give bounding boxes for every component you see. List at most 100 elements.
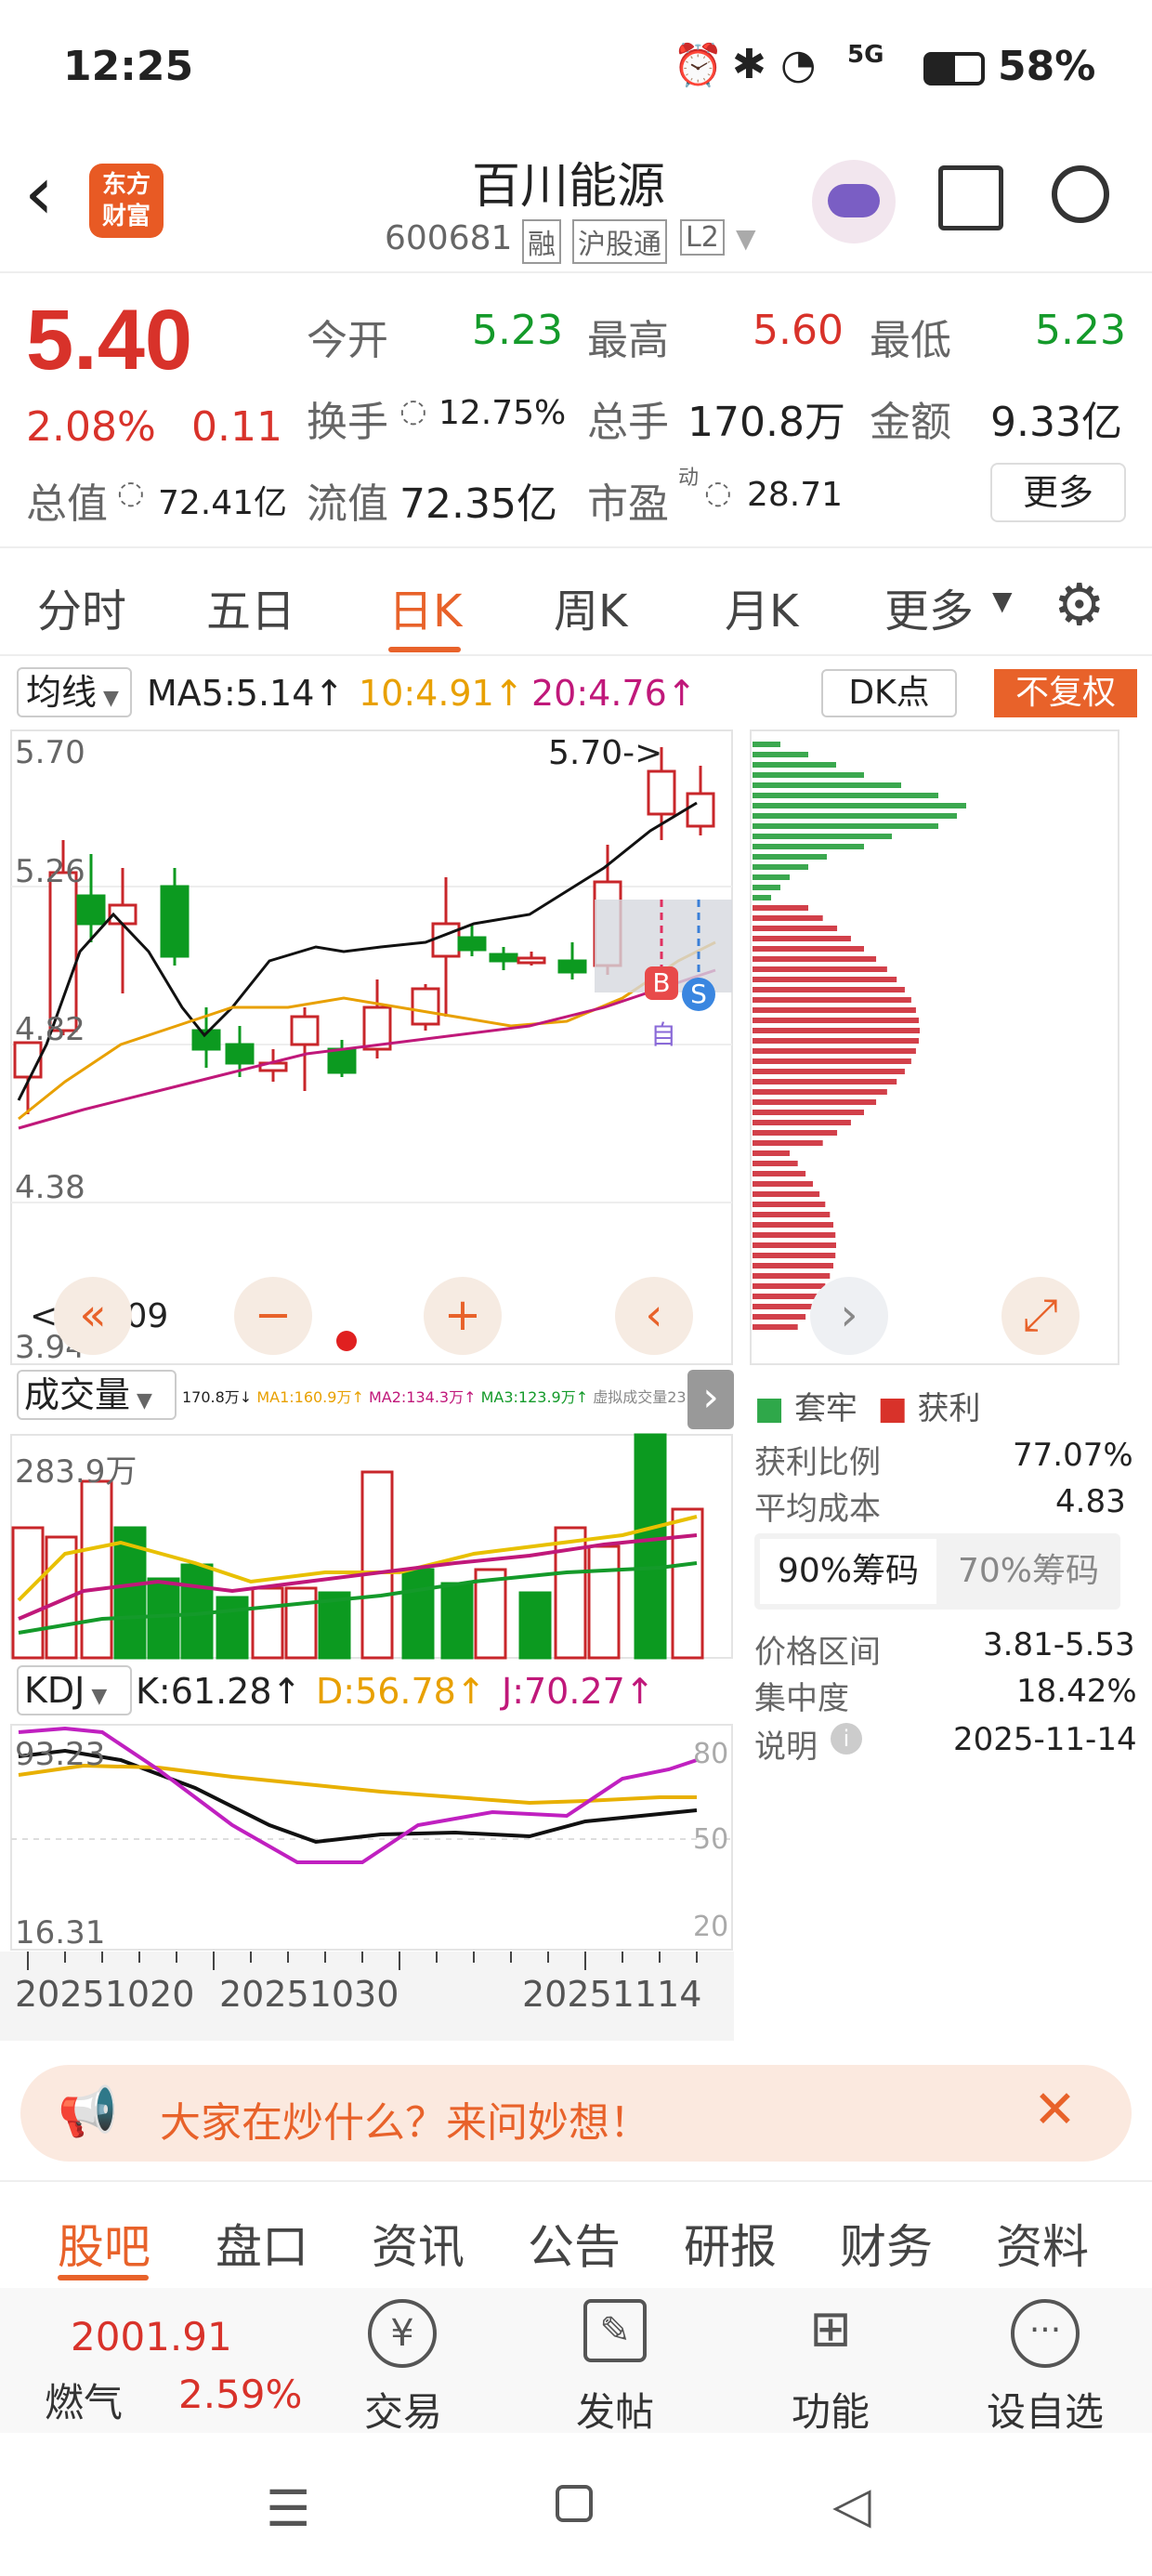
share-icon[interactable] (938, 165, 1003, 230)
chip-bar (753, 895, 771, 900)
home-icon[interactable] (556, 2485, 593, 2522)
sell-marker[interactable]: S (682, 978, 715, 1011)
high-label: 最高 (587, 317, 669, 364)
trade-icon[interactable]: ¥ (368, 2299, 437, 2368)
chip-bar (753, 803, 966, 808)
trade-label[interactable]: 交易 (364, 2381, 442, 2438)
step-left-icon[interactable]: ‹ (615, 1277, 693, 1355)
sector-index-value[interactable]: 2001.91 (71, 2314, 232, 2359)
post-icon[interactable]: ✎ (583, 2299, 647, 2362)
y-tick-label: 5.26 (15, 853, 85, 890)
chip-bar (753, 834, 892, 839)
gear-icon[interactable]: ⚙ (1054, 571, 1106, 638)
tab-more[interactable]: 更多 (884, 574, 974, 639)
expand-indicator-icon[interactable]: › (687, 1370, 734, 1429)
tab-announcement[interactable]: 公告 (528, 2210, 621, 2277)
back-nav-icon[interactable]: ◁ (832, 2476, 871, 2534)
banner-text[interactable]: 大家在炒什么？来问妙想！ (160, 2089, 650, 2149)
dropdown-icon[interactable]: ▼ (736, 223, 756, 254)
close-icon[interactable]: ✕ (1033, 2080, 1077, 2140)
menu-icon[interactable]: ☰ (266, 2479, 310, 2538)
sector-name[interactable]: 燃气 (45, 2372, 123, 2428)
info-icon[interactable]: ◌ (704, 474, 732, 511)
kline-chart[interactable] (9, 729, 734, 1366)
chip-legend: ■ 套牢 ■ 获利 (754, 1390, 981, 1427)
today-dot (336, 1331, 357, 1351)
ma5-value: MA5:5.14↑ (147, 673, 345, 714)
chip-bar (753, 1069, 905, 1074)
tab-daily-k[interactable]: 日K (388, 574, 462, 639)
active-tab-indicator (58, 2275, 149, 2280)
volume-ma2: MA2:134.3万↑ (368, 1388, 477, 1406)
volume-legend: 170.8万↓ MA1:160.9万↑ MA2:134.3万↑ MA3:123.… (182, 1385, 725, 1407)
tab-pankou[interactable]: 盘口 (216, 2210, 308, 2277)
chip-tab-90[interactable]: 90%筹码 (760, 1539, 936, 1604)
chip-next-icon[interactable]: › (810, 1277, 888, 1355)
bluetooth-icon: ✱ (732, 41, 766, 88)
volume-bar (634, 1433, 667, 1660)
assistant-avatar[interactable] (812, 160, 896, 243)
chip-bar (753, 1028, 920, 1033)
volume-bar (80, 1479, 113, 1660)
tab-guba[interactable]: 股吧 (58, 2210, 151, 2277)
info-icon[interactable]: ◌ (399, 392, 427, 429)
tab-five-day[interactable]: 五日 (206, 574, 295, 639)
chip-bar (753, 1007, 916, 1013)
alarm-icon: ⏰ (673, 42, 724, 89)
tab-news[interactable]: 资讯 (372, 2210, 465, 2277)
chip-bar (753, 1150, 790, 1156)
volume-bar (671, 1507, 704, 1660)
tab-research[interactable]: 研报 (684, 2210, 777, 2277)
pe-value: 28.71 (747, 476, 844, 514)
volume-selector[interactable]: 成交量 ▼ (17, 1370, 177, 1420)
candle-body (411, 987, 440, 1026)
info-icon[interactable]: i (831, 1723, 862, 1755)
info-icon[interactable]: ◌ (117, 474, 145, 511)
chip-tab-70[interactable]: 70%筹码 (940, 1539, 1117, 1604)
zoom-in-icon[interactable]: + (424, 1277, 502, 1355)
chip-bar (753, 813, 957, 819)
chip-bar (753, 1161, 798, 1166)
search-icon[interactable] (1052, 165, 1109, 223)
tab-intraday[interactable]: 分时 (37, 574, 126, 639)
tab-monthly-k[interactable]: 月K (725, 574, 798, 639)
ma10-value: 10:4.91↑ (359, 673, 524, 714)
expand-icon[interactable]: ⤢ (1001, 1277, 1080, 1355)
post-label[interactable]: 发帖 (576, 2381, 654, 2438)
scroll-left-fast-icon[interactable]: « (54, 1277, 132, 1355)
kdj-k: K:61.28↑ (136, 1671, 302, 1712)
status-time: 12:25 (63, 43, 194, 90)
date-ticks (27, 1952, 698, 1970)
chip-bar (753, 772, 864, 778)
back-icon[interactable]: ‹ (24, 156, 54, 230)
tab-weekly-k[interactable]: 周K (554, 574, 627, 639)
divider (0, 271, 1152, 273)
battery-level: 58% (998, 43, 1096, 90)
chip-bar (753, 1018, 919, 1023)
chip-bar (753, 1283, 826, 1289)
adjust-mode-button[interactable]: 不复权 (994, 669, 1137, 717)
function-label[interactable]: 功能 (792, 2381, 870, 2438)
dk-point-selector[interactable]: DK点 (821, 669, 957, 717)
ma20-value: 20:4.76↑ (531, 673, 697, 714)
more-dots-icon[interactable]: ··· (1011, 2299, 1080, 2368)
zoom-out-icon[interactable]: − (234, 1277, 312, 1355)
kdj-selector[interactable]: KDJ ▼ (17, 1665, 132, 1715)
ai-banner[interactable]: 📢 大家在炒什么？来问妙想！ ✕ (20, 2065, 1132, 2162)
tab-profile[interactable]: 资料 (996, 2210, 1089, 2277)
chip-bar (753, 1314, 806, 1320)
kdj-chart[interactable] (9, 1723, 734, 1952)
chip-bar (753, 987, 905, 992)
function-grid-icon[interactable]: ⊞ (799, 2299, 862, 2362)
chip-bar (753, 1242, 836, 1248)
candle-body (457, 936, 487, 952)
more-button[interactable]: 更多 (990, 463, 1126, 522)
concentration-label: 集中度 (754, 1680, 849, 1717)
add-watchlist-label[interactable]: 设自选 (987, 2381, 1104, 2438)
ma-selector[interactable]: 均线 ▼ (17, 667, 132, 717)
chip-bar (753, 1273, 831, 1279)
buy-marker[interactable]: B (645, 966, 678, 1000)
volume-current: 170.8万↓ (182, 1388, 253, 1406)
chip-bar (753, 977, 897, 982)
tab-finance[interactable]: 财务 (840, 2210, 933, 2277)
